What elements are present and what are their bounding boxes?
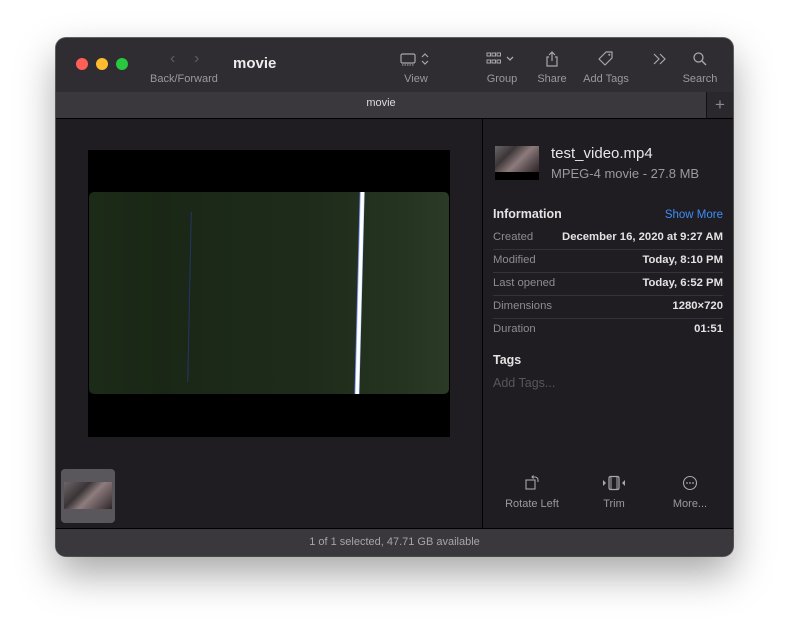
info-row-created: Created December 16, 2020 at 9:27 AM [493,226,723,250]
back-forward-control: ‹ › [166,50,206,68]
video-light-streak [354,192,365,394]
share-icon [532,48,572,70]
view-icon [396,48,436,70]
video-preview[interactable] [88,150,450,437]
info-key: Created [493,231,534,243]
group-icon [482,48,522,70]
more-icon [660,473,720,493]
toolbar: ‹ › Back/Forward movie View Group Share … [56,38,733,92]
info-value: 01:51 [694,323,723,335]
add-tags-field[interactable]: Add Tags... [493,376,555,390]
info-row-dimensions: Dimensions 1280×720 [493,295,723,319]
inspector-pane: test_video.mp4 MPEG-4 movie - 27.8 MB In… [483,119,733,528]
info-row-duration: Duration 01:51 [493,318,723,341]
add-tags-button[interactable]: Add Tags [580,48,632,85]
rotate-left-icon [498,473,566,493]
info-row-last-opened: Last opened Today, 6:52 PM [493,272,723,296]
info-value: December 16, 2020 at 9:27 AM [562,231,723,243]
tab-movie[interactable]: movie [56,97,706,109]
trim-icon [589,473,639,493]
search-button[interactable]: Search [680,48,720,85]
view-button[interactable]: View [396,48,436,85]
back-button[interactable]: ‹ [170,50,175,68]
show-more-link[interactable]: Show More [665,209,723,221]
video-artifact-line [187,212,192,382]
group-button[interactable]: Group [482,48,522,85]
info-key: Duration [493,323,536,335]
info-row-modified: Modified Today, 8:10 PM [493,249,723,273]
minimize-button[interactable] [96,58,108,70]
file-icon [495,146,539,180]
gallery-view [56,119,482,528]
status-text: 1 of 1 selected, 47.71 GB available [309,536,480,548]
chevrons-right-icon [648,48,672,70]
info-key: Last opened [493,277,556,289]
rotate-left-button[interactable]: Rotate Left [498,473,566,510]
info-value: Today, 8:10 PM [642,254,723,266]
trim-button[interactable]: Trim [589,473,639,510]
file-kind: MPEG-4 movie - 27.8 MB [551,166,700,181]
file-name: test_video.mp4 [551,145,653,162]
info-key: Modified [493,254,536,266]
info-value: 1280×720 [672,300,723,312]
gallery-thumbnail-selected[interactable] [61,469,115,523]
tag-icon [580,48,632,70]
status-bar: 1 of 1 selected, 47.71 GB available [56,528,733,556]
back-forward-label: Back/Forward [150,73,218,85]
new-tab-button[interactable]: + [706,92,733,118]
search-icon [680,48,720,70]
video-frame-image [89,192,449,394]
toolbar-overflow-button[interactable] [648,48,672,70]
share-button[interactable]: Share [532,48,572,85]
zoom-button[interactable] [116,58,128,70]
more-button[interactable]: More... [660,473,720,510]
finder-window: ‹ › Back/Forward movie View Group Share … [56,38,733,556]
close-button[interactable] [76,58,88,70]
video-thumbnail [64,482,112,509]
tab-bar: movie + [56,92,733,119]
info-value: Today, 6:52 PM [642,277,723,289]
information-heading: Information [493,207,562,221]
window-title: movie [233,55,277,72]
tags-heading: Tags [493,353,522,367]
info-key: Dimensions [493,300,553,312]
forward-button[interactable]: › [194,50,199,68]
